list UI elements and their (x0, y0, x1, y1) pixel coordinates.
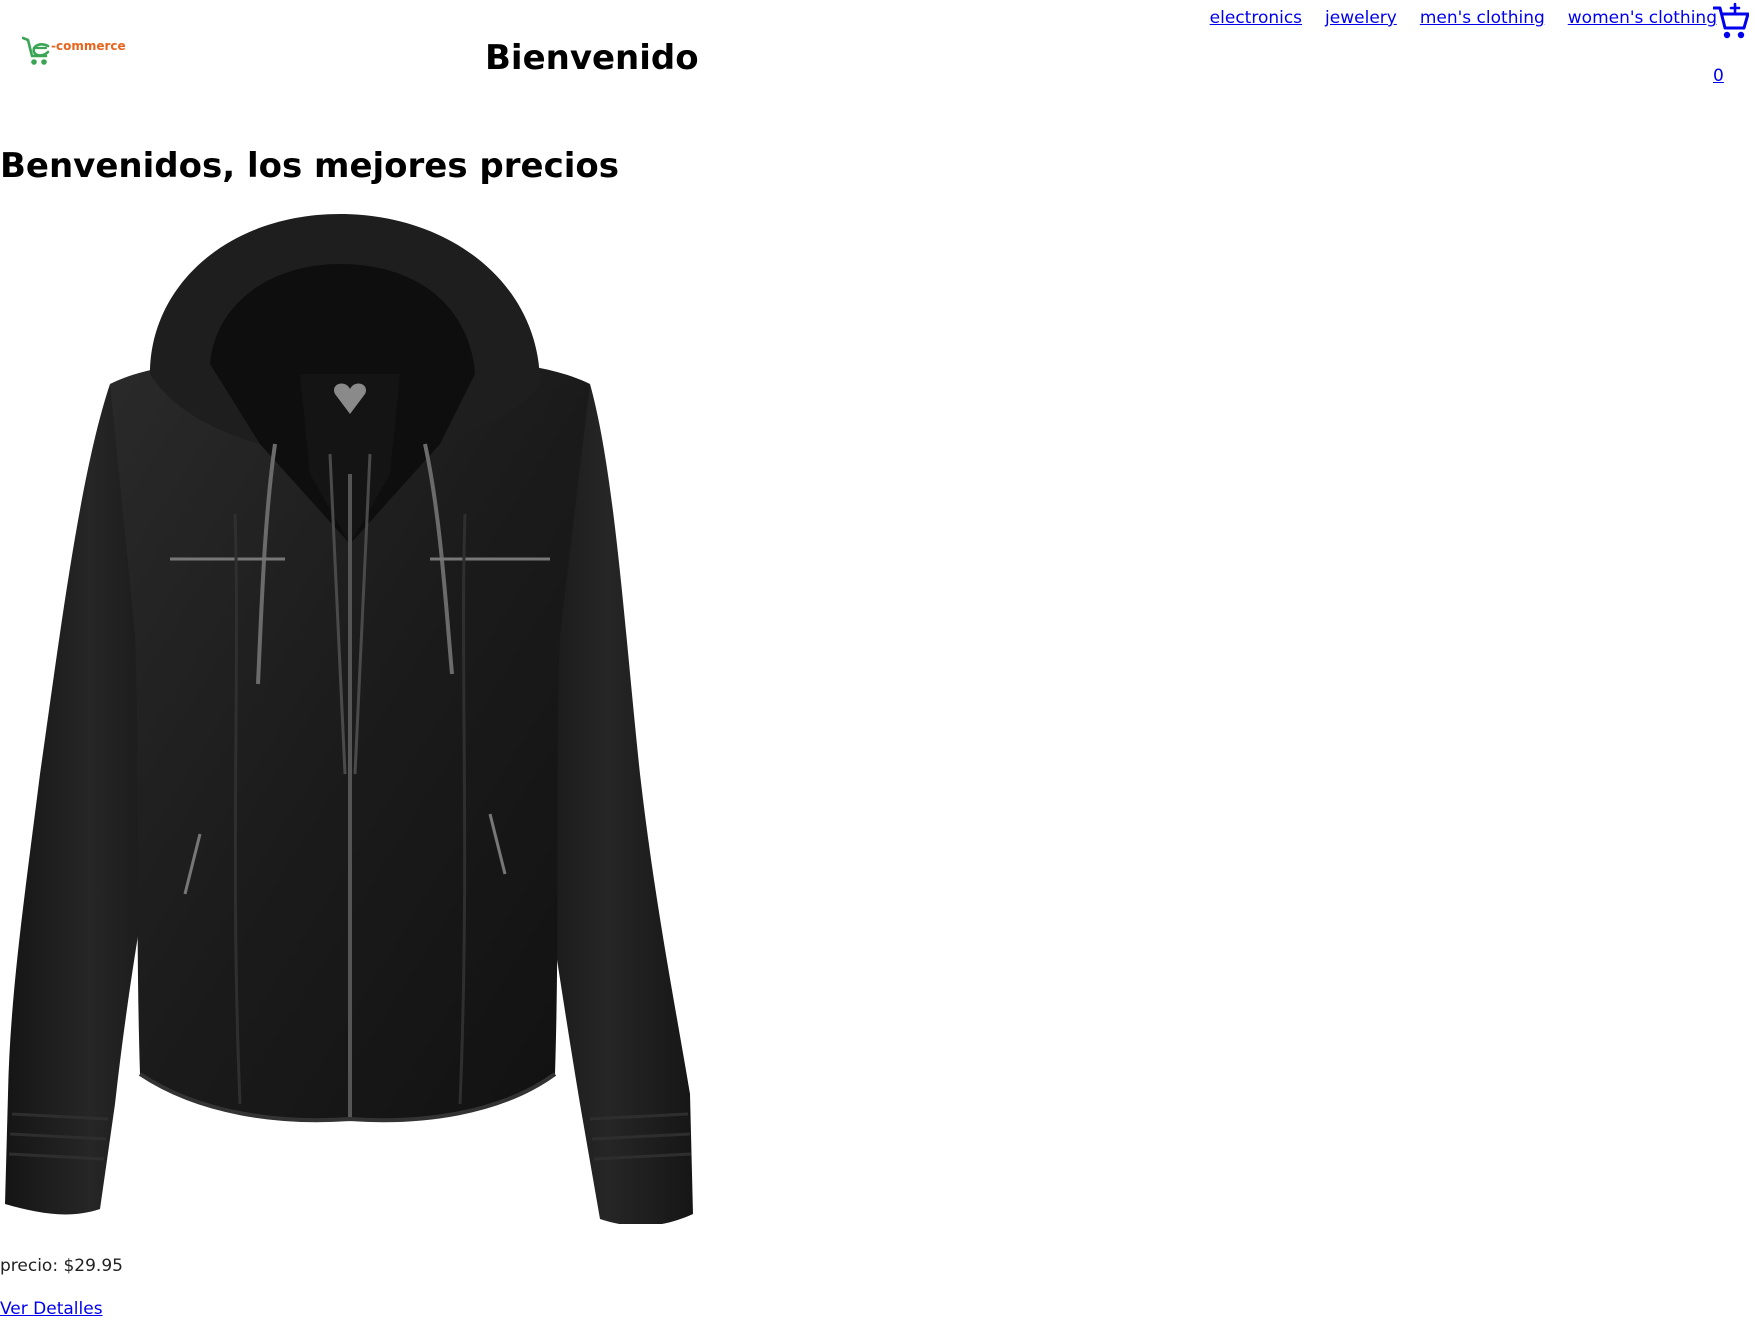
product-price: precio: $29.95 (0, 1256, 123, 1276)
welcome-heading: Benvenidos, los mejores precios (0, 146, 620, 186)
page: -commerce Bienvenido electronics jeweler… (0, 0, 1755, 1335)
nav-link-mens-clothing[interactable]: men's clothing (1420, 4, 1545, 32)
nav-link-womens-clothing[interactable]: women's clothing (1568, 4, 1717, 32)
category-nav: electronics jewelery men's clothing wome… (1210, 4, 1717, 32)
cart: 0 (1711, 2, 1751, 86)
cart-icon[interactable] (1712, 2, 1750, 42)
site-title: Bienvenido (485, 38, 699, 78)
svg-text:-commerce: -commerce (51, 39, 126, 53)
nav-link-jewelery[interactable]: jewelery (1325, 4, 1397, 32)
jacket-icon (5, 214, 693, 1226)
cart-count-link[interactable]: 0 (1711, 66, 1751, 86)
logo-cart-icon: -commerce (22, 36, 126, 65)
view-details-link[interactable]: Ver Detalles (0, 1297, 103, 1321)
logo-link[interactable]: -commerce (22, 36, 127, 74)
nav-link-electronics[interactable]: electronics (1210, 4, 1302, 32)
product-image (0, 214, 700, 1226)
